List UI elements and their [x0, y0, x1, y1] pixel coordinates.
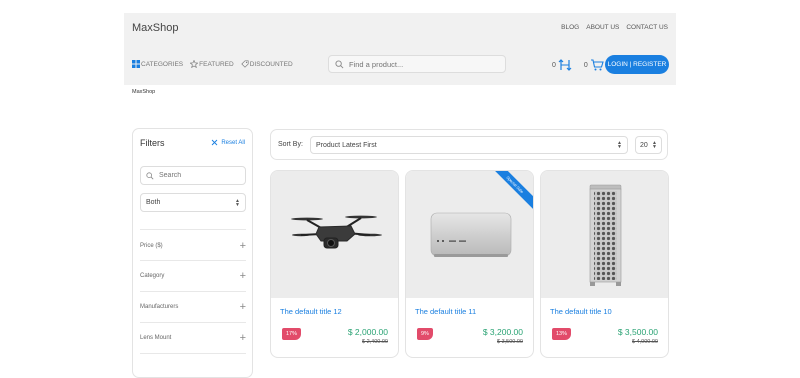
- plus-icon: +: [239, 270, 246, 282]
- select-arrows-icon: ▲ ▼: [617, 140, 622, 150]
- select-arrows-icon: ▲ ▼: [652, 140, 657, 150]
- plus-icon: +: [239, 332, 246, 344]
- breadcrumb[interactable]: MaxShop: [132, 89, 155, 95]
- per-page-select[interactable]: 20 ▲ ▼: [635, 136, 662, 154]
- compare-icon[interactable]: [558, 58, 572, 72]
- site-header: MaxShop BLOG ABOUT US CONTACT US CATEGOR…: [124, 13, 676, 85]
- product-image[interactable]: Special Sale: [406, 171, 533, 298]
- product-old-price: $ 4,000.00: [632, 339, 658, 345]
- filter-section-category[interactable]: Category +: [140, 270, 246, 282]
- product-price: $ 2,000.00: [347, 327, 388, 337]
- filters-panel: Filters Reset All Both ▲▼ Price ($) + Cat…: [132, 128, 253, 378]
- site-logo[interactable]: MaxShop: [132, 22, 178, 34]
- discount-badge: 9%: [417, 328, 433, 340]
- plus-icon: +: [239, 301, 246, 313]
- drone-icon: [291, 215, 382, 249]
- cart-icon[interactable]: [590, 58, 604, 72]
- sort-label: Sort By:: [278, 141, 303, 148]
- nav-categories[interactable]: CATEGORIES: [132, 60, 183, 68]
- grid-icon: [132, 60, 140, 68]
- product-title[interactable]: The default title 12: [280, 307, 342, 316]
- per-page-value: 20: [640, 141, 648, 149]
- cart-count: 0: [583, 61, 588, 69]
- blog-link[interactable]: BLOG: [561, 24, 579, 31]
- filter-section-label: Lens Mount: [140, 335, 172, 341]
- nav-discounted-label: DISCOUNTED: [249, 60, 293, 68]
- login-register-button[interactable]: LOGIN | REGISTER: [605, 55, 669, 74]
- filter-section-label: Manufacturers: [140, 304, 179, 310]
- filters-title: Filters: [140, 138, 165, 148]
- top-links: BLOG ABOUT US CONTACT US: [561, 24, 668, 31]
- filter-type-select[interactable]: Both ▲ ▼: [140, 193, 246, 212]
- nav-categories-label: CATEGORIES: [141, 60, 184, 68]
- filter-section-label: Price ($): [140, 243, 163, 249]
- search-icon: [335, 59, 344, 68]
- main-nav: CATEGORIES FEATURED DISCOUNTED: [132, 60, 293, 68]
- filter-type-value: Both: [146, 199, 161, 206]
- reset-all-label: Reset All: [221, 139, 245, 146]
- product-price: $ 3,200.00: [482, 327, 523, 337]
- nav-featured-label: FEATURED: [199, 60, 234, 68]
- compare-count: 0: [552, 61, 556, 69]
- product-search-input[interactable]: [349, 59, 499, 69]
- product-card[interactable]: The default title 12 17% $ 2,000.00 $ 2,…: [270, 170, 399, 358]
- filter-section-lens-mount[interactable]: Lens Mount +: [140, 332, 246, 344]
- filter-section-manufacturers[interactable]: Manufacturers +: [140, 301, 246, 313]
- cart-area: 0 0: [552, 58, 604, 72]
- about-link[interactable]: ABOUT US: [586, 24, 619, 31]
- product-title[interactable]: The default title 10: [550, 307, 612, 316]
- contact-link[interactable]: CONTACT US: [626, 24, 668, 31]
- sort-select[interactable]: Product Latest First ▲ ▼: [310, 136, 628, 154]
- product-image[interactable]: [541, 171, 668, 298]
- filter-section-price[interactable]: Price ($) +: [140, 240, 246, 252]
- plus-icon: +: [239, 240, 246, 252]
- filter-section-label: Category: [140, 273, 165, 279]
- product-old-price: $ 2,400.00: [362, 339, 388, 345]
- nav-featured[interactable]: FEATURED: [190, 60, 234, 68]
- product-image[interactable]: [271, 171, 398, 298]
- close-icon: [211, 139, 218, 146]
- discount-badge: 13%: [552, 328, 572, 340]
- discount-badge: 17%: [282, 328, 302, 340]
- sort-bar: Sort By: Product Latest First ▲ ▼ 20 ▲ ▼: [270, 129, 668, 160]
- product-card[interactable]: The default title 10 13% $ 3,500.00 $ 4,…: [540, 170, 669, 358]
- filter-search[interactable]: [140, 166, 246, 185]
- tag-icon: [241, 60, 249, 68]
- divider: [140, 229, 246, 230]
- divider: [140, 260, 246, 261]
- search-icon: [146, 171, 154, 179]
- mac-pro-icon: [589, 184, 622, 286]
- product-old-price: $ 3,500.00: [497, 339, 523, 345]
- product-search[interactable]: [328, 55, 506, 73]
- sort-value: Product Latest First: [316, 141, 377, 149]
- divider: [140, 291, 246, 292]
- product-title[interactable]: The default title 11: [415, 307, 476, 316]
- star-icon: [190, 60, 199, 68]
- select-arrows-icon: ▲ ▼: [235, 197, 240, 208]
- nav-discounted[interactable]: DISCOUNTED: [241, 60, 293, 68]
- reset-all-button[interactable]: Reset All: [211, 139, 245, 146]
- product-card[interactable]: Special Sale The default title 11 9% $ 3…: [405, 170, 534, 358]
- product-price: $ 3,500.00: [617, 327, 658, 337]
- divider: [140, 353, 246, 354]
- filter-search-input[interactable]: [159, 172, 239, 179]
- divider: [140, 322, 246, 323]
